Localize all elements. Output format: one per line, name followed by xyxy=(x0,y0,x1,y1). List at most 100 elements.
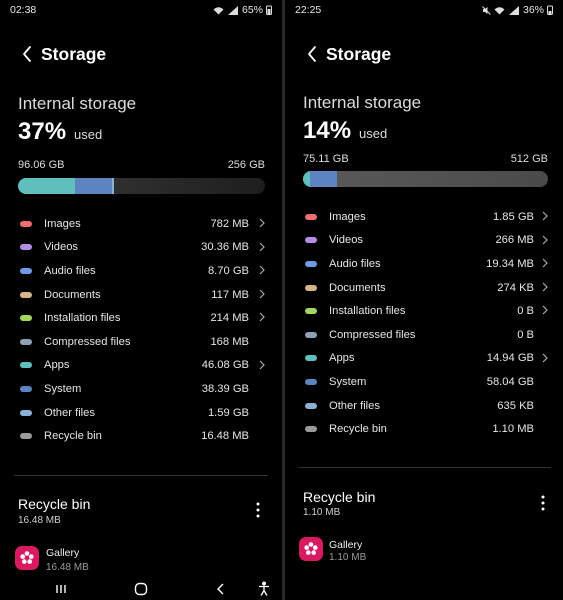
category-row[interactable]: Installation files 0 B xyxy=(303,299,548,323)
recycle-bin-title: Recycle bin xyxy=(18,496,91,512)
usage-percent: 37% xyxy=(18,118,67,145)
back-icon[interactable] xyxy=(213,581,229,597)
flower-icon xyxy=(20,551,34,564)
category-size: 58.04 GB xyxy=(486,375,534,388)
category-color-dot xyxy=(305,284,317,291)
storage-usage-bar xyxy=(303,171,548,187)
mute-icon xyxy=(482,5,491,15)
more-options-icon[interactable] xyxy=(537,494,549,512)
category-color-dot xyxy=(20,409,32,416)
battery-percent: 36% xyxy=(522,4,544,16)
category-color-dot xyxy=(305,355,317,362)
category-row[interactable]: Videos 30.36 MB xyxy=(18,236,265,260)
category-row: Recycle bin 1.10 MB xyxy=(303,417,548,441)
gallery-app-icon[interactable] xyxy=(299,537,323,561)
category-size: 1.59 GB xyxy=(207,406,249,419)
category-size: 168 MB xyxy=(210,335,249,348)
category-color-dot xyxy=(305,378,317,385)
recent-apps-icon[interactable] xyxy=(53,581,69,597)
usage-percent-row: 37% used xyxy=(18,118,102,146)
home-icon[interactable] xyxy=(133,581,149,597)
chevron-right-icon xyxy=(259,218,265,228)
usage-segment xyxy=(74,178,112,194)
internal-storage-title: Internal storage xyxy=(18,94,137,113)
category-row[interactable]: Apps 14.94 GB xyxy=(303,347,548,371)
used-capacity: 96.06 GB xyxy=(18,159,65,171)
category-color-dot xyxy=(20,362,32,369)
category-color-dot xyxy=(305,426,317,433)
status-bar: 02:38 65% xyxy=(0,4,282,18)
gallery-size: 1.10 MB xyxy=(329,552,367,563)
category-row: Other files 635 KB xyxy=(303,394,548,418)
category-row: System 58.04 GB xyxy=(303,370,548,394)
category-color-dot xyxy=(305,237,317,244)
status-bar: 22:25 36% xyxy=(285,4,563,18)
usage-segment xyxy=(303,171,311,187)
back-arrow-icon[interactable] xyxy=(301,42,325,66)
chevron-right-icon xyxy=(259,289,265,299)
capacity-row: 96.06 GB 256 GB xyxy=(18,159,265,171)
right-screen: 22:25 36% Storage Internal storage 14% u… xyxy=(285,0,563,600)
category-row[interactable]: Videos 266 MB xyxy=(303,229,548,253)
category-row[interactable]: Images 1.85 GB xyxy=(303,205,548,229)
flower-icon xyxy=(304,542,318,555)
category-row[interactable]: Installation files 214 MB xyxy=(18,306,265,330)
category-size: 274 KB xyxy=(497,281,534,294)
category-row[interactable]: Documents 274 KB xyxy=(303,276,548,300)
recycle-bin-size: 1.10 MB xyxy=(303,507,341,518)
category-color-dot xyxy=(20,220,32,227)
category-row[interactable]: Documents 117 MB xyxy=(18,283,265,307)
app-bar: Storage xyxy=(0,38,282,70)
category-row[interactable]: Audio files 8.70 GB xyxy=(18,259,265,283)
back-arrow-icon[interactable] xyxy=(16,42,40,66)
battery-percent: 65% xyxy=(241,4,263,16)
category-color-dot xyxy=(305,213,317,220)
chevron-right-icon xyxy=(542,258,548,268)
usage-percent-row: 14% used xyxy=(303,117,387,145)
recycle-bin-title: Recycle bin xyxy=(303,489,376,505)
section-divider xyxy=(299,467,551,468)
usage-segment xyxy=(18,178,75,194)
signal-icon xyxy=(508,5,519,15)
category-size: 1.10 MB xyxy=(492,423,534,436)
category-size: 46.08 GB xyxy=(201,359,249,372)
status-icons: 36% xyxy=(482,4,553,16)
category-row: System 38.39 GB xyxy=(18,377,265,401)
accessibility-icon[interactable] xyxy=(256,581,272,597)
category-color-dot xyxy=(20,267,32,274)
usage-percent: 14% xyxy=(303,117,352,144)
category-size: 8.70 GB xyxy=(207,264,249,277)
chevron-right-icon xyxy=(259,360,265,369)
left-screen: 02:38 65% Storage Internal storage 37% u… xyxy=(0,0,282,600)
category-color-dot xyxy=(305,308,317,315)
used-label: used xyxy=(74,127,103,142)
category-row[interactable]: Images 782 MB xyxy=(18,212,265,236)
chevron-right-icon xyxy=(259,242,265,252)
chevron-right-icon xyxy=(542,211,548,221)
category-row[interactable]: Apps 46.08 GB xyxy=(18,354,265,378)
category-size: 0 B xyxy=(517,305,534,318)
gallery-name[interactable]: Gallery xyxy=(46,547,79,559)
battery-icon xyxy=(547,5,553,15)
category-color-dot xyxy=(20,433,32,440)
status-time: 22:25 xyxy=(295,4,322,16)
wifi-icon xyxy=(494,6,505,14)
category-size: 0 B xyxy=(517,328,534,341)
signal-icon xyxy=(227,5,238,15)
category-color-dot xyxy=(20,338,32,345)
category-color-dot xyxy=(20,315,32,322)
gallery-size: 16.48 MB xyxy=(46,562,89,573)
category-size: 117 MB xyxy=(211,288,249,301)
section-divider xyxy=(14,475,268,476)
gallery-name[interactable]: Gallery xyxy=(329,539,362,551)
chevron-right-icon xyxy=(259,312,265,322)
internal-storage-title: Internal storage xyxy=(303,93,422,112)
gallery-app-icon[interactable] xyxy=(15,546,39,570)
navigation-bar xyxy=(0,578,282,600)
category-size: 266 MB xyxy=(495,234,534,247)
usage-segment xyxy=(310,171,338,187)
category-color-dot xyxy=(305,331,317,338)
category-row[interactable]: Audio files 19.34 MB xyxy=(303,252,548,276)
more-options-icon[interactable] xyxy=(252,501,264,519)
category-size: 14.94 GB xyxy=(486,352,534,365)
